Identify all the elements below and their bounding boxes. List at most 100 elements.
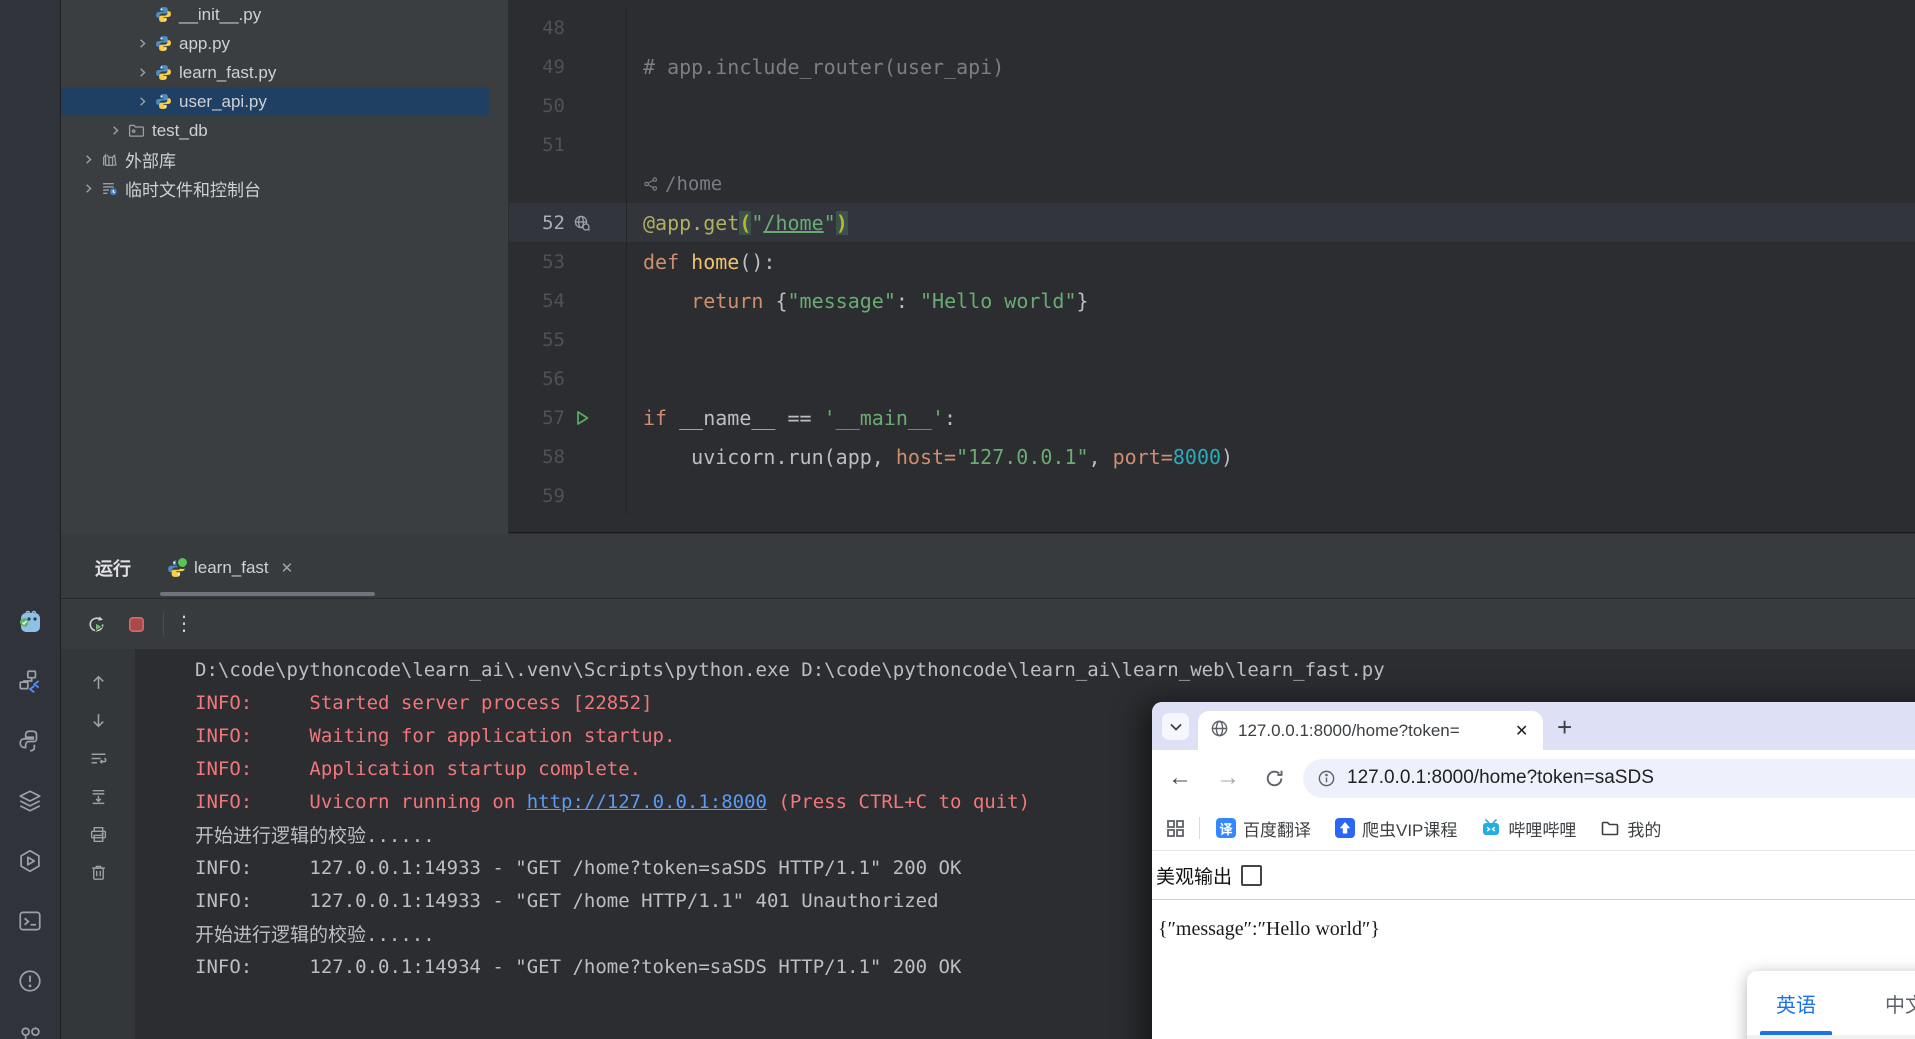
- editor-gutter[interactable]: 57: [509, 398, 627, 437]
- baidu-translate-icon: 译: [1216, 818, 1236, 838]
- console-url-link[interactable]: http://127.0.0.1:8000: [527, 791, 767, 813]
- python-file-icon: [153, 64, 173, 82]
- editor-gutter[interactable]: 49: [509, 47, 627, 86]
- more-options-icon[interactable]: ⋮: [174, 619, 194, 629]
- chevron-right-icon[interactable]: [131, 65, 153, 81]
- forward-button[interactable]: →: [1216, 764, 1240, 792]
- structure-arrows-icon[interactable]: [17, 668, 43, 694]
- run-tab-learn-fast[interactable]: learn_fast ✕: [157, 548, 303, 588]
- bookmark-baidu-translate[interactable]: 译百度翻译: [1216, 816, 1311, 841]
- chevron-right-icon[interactable]: [77, 152, 99, 168]
- new-tab-button[interactable]: +: [1557, 712, 1572, 743]
- code-line-58: 58 uvicorn.run(app, host="127.0.0.1", po…: [509, 437, 1915, 476]
- bookmark-bilibili[interactable]: 哔哩哔哩: [1481, 816, 1576, 841]
- arrow-down-icon[interactable]: [61, 701, 135, 739]
- globe-icon: [1210, 719, 1229, 743]
- bookmark-label: 百度翻译: [1243, 816, 1311, 841]
- tab-title: 127.0.0.1:8000/home?token=: [1238, 721, 1515, 741]
- browser-tab[interactable]: 127.0.0.1:8000/home?token= ✕: [1198, 711, 1543, 750]
- tree-item-app-py[interactable]: app.py: [61, 29, 508, 58]
- soft-wrap-icon[interactable]: [61, 739, 135, 777]
- layers-icon[interactable]: [17, 788, 43, 814]
- project-tree-panel: __init__.py app.py learn_fast.py user_api.p…: [61, 0, 508, 534]
- translate-tab-english[interactable]: 英语: [1747, 971, 1845, 1035]
- line-number: 55: [509, 329, 565, 351]
- editor-gutter[interactable]: 52: [509, 203, 627, 242]
- endpoint-icon: [643, 176, 659, 192]
- branch-icon[interactable]: [17, 1023, 43, 1039]
- line-number: 49: [509, 56, 565, 78]
- editor-gutter[interactable]: 48: [509, 8, 627, 47]
- pretty-output-row: 美观输出: [1152, 851, 1915, 900]
- folder-icon: [126, 122, 146, 140]
- editor-gutter[interactable]: 59: [509, 476, 627, 515]
- scroll-end-icon[interactable]: [61, 777, 135, 815]
- editor-gutter[interactable]: 53: [509, 242, 627, 281]
- python-outline-icon[interactable]: [17, 728, 43, 754]
- url-text: 127.0.0.1:8000/home?token=saSDS: [1347, 767, 1654, 789]
- line-number: 52: [509, 212, 565, 234]
- code-text: def home():: [627, 250, 775, 274]
- chevron-right-icon[interactable]: [77, 181, 99, 197]
- active-tab-indicator: [160, 592, 375, 596]
- terminal-icon[interactable]: [17, 908, 43, 934]
- tree-item-user_api-py[interactable]: user_api.py: [61, 87, 490, 116]
- tree-item--[interactable]: 外部库: [61, 145, 508, 174]
- endpoint-gutter-icon[interactable]: [565, 214, 599, 232]
- chevron-right-icon[interactable]: [131, 94, 153, 110]
- line-number: 56: [509, 368, 565, 390]
- back-button[interactable]: ←: [1168, 764, 1192, 792]
- code-line-51: 51: [509, 125, 1915, 164]
- printer-icon[interactable]: [61, 815, 135, 853]
- tree-item-test_db[interactable]: test_db: [61, 116, 508, 145]
- trash-icon[interactable]: [61, 853, 135, 891]
- tree-item-label: __init__.py: [179, 5, 261, 25]
- stop-button[interactable]: [119, 607, 153, 641]
- run-line-icon[interactable]: [565, 409, 599, 427]
- code-text: return {"message": "Hello world"}: [627, 289, 1089, 313]
- tab-search-button[interactable]: [1162, 713, 1189, 740]
- reload-button[interactable]: [1264, 768, 1285, 789]
- translate-tab-chinese[interactable]: 中文: [1845, 971, 1915, 1035]
- apps-grid-icon[interactable]: [1166, 819, 1185, 838]
- code-line-52: 52@app.get("/home"): [509, 203, 1915, 242]
- editor-gutter[interactable]: 51: [509, 125, 627, 164]
- editor-gutter[interactable]: 55: [509, 320, 627, 359]
- editor-gutter[interactable]: 56: [509, 359, 627, 398]
- bookmark-items: 译百度翻译爬虫VIP课程哔哩哔哩我的: [1216, 816, 1685, 841]
- code-line-56: 56: [509, 359, 1915, 398]
- run-tab-close-icon[interactable]: ✕: [281, 559, 294, 577]
- bookmark-folder-dark[interactable]: 我的: [1600, 816, 1661, 841]
- arrow-up-icon[interactable]: [61, 663, 135, 701]
- hexagon-play-icon[interactable]: [17, 848, 43, 874]
- tree-item-learn_fast-py[interactable]: learn_fast.py: [61, 58, 508, 87]
- ai-plugin-icon[interactable]: [17, 610, 43, 636]
- problems-icon[interactable]: [17, 968, 43, 994]
- run-panel-title: 运行: [95, 555, 131, 581]
- code-text: # app.include_router(user_api): [627, 55, 1004, 79]
- tree-item-label: user_api.py: [179, 92, 267, 112]
- code-editor[interactable]: 48 49 # app.include_router(user_api)5051/h…: [509, 0, 1915, 533]
- editor-gutter[interactable]: 58: [509, 437, 627, 476]
- chrome-window: 127.0.0.1:8000/home?token= ✕ + ← → 127.0…: [1152, 702, 1915, 1039]
- bookmark-spider-vip[interactable]: 爬虫VIP课程: [1335, 816, 1457, 841]
- url-bar[interactable]: 127.0.0.1:8000/home?token=saSDS: [1303, 759, 1915, 798]
- editor-gutter[interactable]: 50: [509, 86, 627, 125]
- editor-gutter[interactable]: 54: [509, 281, 627, 320]
- bookmarks-separator: [1199, 817, 1200, 839]
- tree-item--[interactable]: 临时文件和控制台: [61, 174, 508, 203]
- tree-item-__init__-py[interactable]: __init__.py: [61, 0, 508, 29]
- pretty-output-label: 美观输出: [1156, 862, 1232, 889]
- folder-dark-icon: [1600, 818, 1620, 838]
- run-toolbar: ⋮: [61, 599, 1915, 650]
- tree-item-label: app.py: [179, 34, 230, 54]
- pretty-output-checkbox[interactable]: [1241, 865, 1262, 886]
- chevron-right-icon[interactable]: [131, 36, 153, 52]
- tab-close-icon[interactable]: ✕: [1515, 721, 1531, 741]
- rerun-button[interactable]: [79, 607, 113, 641]
- code-line-50: 50: [509, 86, 1915, 125]
- editor-gutter[interactable]: [509, 164, 627, 203]
- chevron-right-icon[interactable]: [104, 123, 126, 139]
- pycharm-ide-screen: __init__.py app.py learn_fast.py user_api.p…: [0, 0, 1915, 1039]
- endpoint-inlay: /home: [627, 173, 722, 195]
